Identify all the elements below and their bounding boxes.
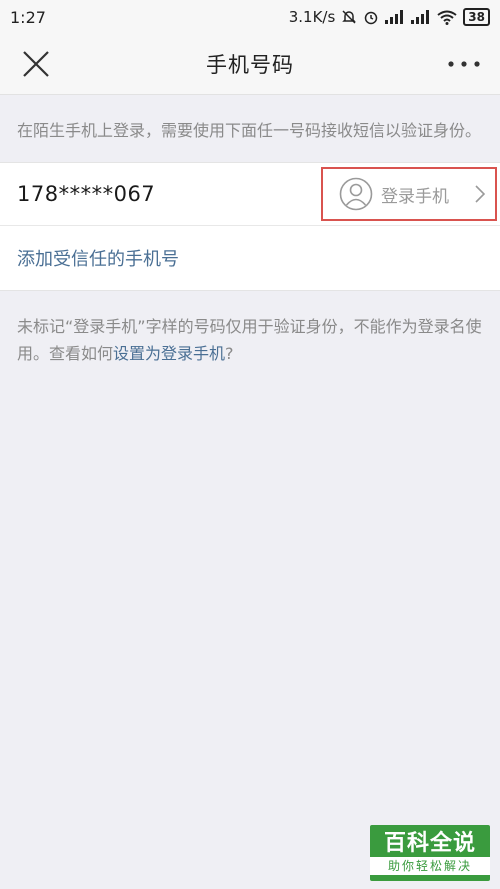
phone-row: 178*****067 登录手机 [0, 163, 500, 226]
wifi-icon [437, 10, 457, 25]
phone-list: 178*****067 登录手机 添加受信任的手机号 [0, 162, 500, 291]
login-phone-label: 登录手机 [381, 186, 449, 207]
close-button[interactable] [18, 46, 54, 82]
signal-icon [385, 10, 405, 24]
alarm-icon [363, 9, 379, 25]
net-speed: 3.1K/s [288, 8, 336, 26]
nav-bar: 手机号码 [0, 34, 500, 95]
more-icon [448, 61, 480, 67]
status-bar: 1:27 3.1K/s 38 [0, 0, 500, 34]
watermark-subtitle: 助你轻松解决 [370, 857, 490, 875]
note-text: 未标记“登录手机”字样的号码仅用于验证身份，不能作为登录名使用。查看如何设置为登… [0, 291, 500, 389]
chevron-right-icon [475, 185, 485, 203]
status-time: 1:27 [10, 7, 46, 27]
page-title: 手机号码 [206, 53, 294, 77]
signal-hd-icon [411, 10, 431, 24]
watermark-title: 百科全说 [383, 831, 476, 856]
close-icon [23, 51, 49, 77]
phone-number: 178*****067 [17, 182, 156, 206]
intro-text: 在陌生手机上登录，需要使用下面任一号码接收短信以验证身份。 [17, 121, 482, 140]
add-trusted-phone-link[interactable]: 添加受信任的手机号 [0, 226, 500, 290]
more-button[interactable] [446, 46, 482, 82]
user-icon [339, 177, 373, 211]
note-body: 未标记“登录手机”字样的号码仅用于验证身份，不能作为登录名使用。查看如何 [17, 317, 482, 363]
set-login-phone-link[interactable]: 设置为登录手机 [113, 344, 225, 363]
status-icons: 3.1K/s 38 [289, 8, 490, 26]
note-suffix: ? [225, 344, 234, 363]
battery-icon: 38 [463, 8, 490, 26]
login-phone-button[interactable]: 登录手机 [321, 167, 497, 221]
watermark-logo: 百科全说 助你轻松解决 [370, 825, 490, 881]
mute-icon [341, 9, 357, 25]
